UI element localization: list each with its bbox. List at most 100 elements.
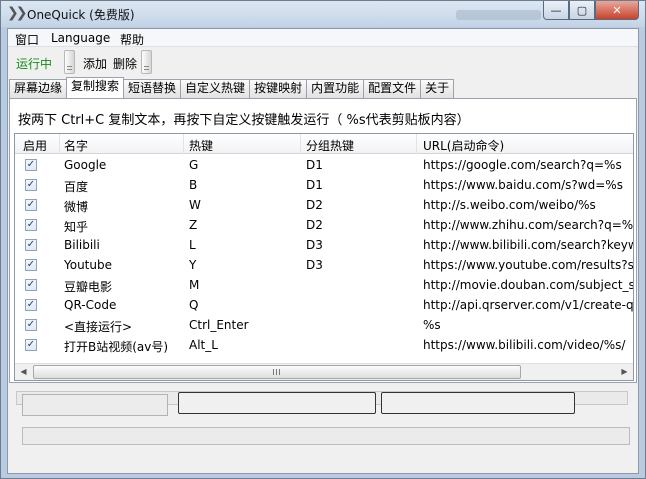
tab-phrase-replace[interactable]: 短语替换: [123, 79, 182, 98]
table-header: 启用 名字 热键 分组热键 URL(启动命令): [15, 134, 633, 154]
cell-name: 打开B站视频(av号): [64, 340, 169, 354]
delete-button[interactable]: 删除: [113, 55, 137, 72]
close-button[interactable]: ✕: [595, 1, 639, 20]
table-row[interactable]: ✓ 豆瓣电影 Mhttp://movie.douban.com/subject_se…: [15, 275, 633, 295]
cell-name: 豆瓣电影: [64, 280, 113, 294]
cell-name: 微博: [64, 200, 89, 214]
status-bar: [22, 427, 630, 445]
cell-hotkey: Alt_L: [189, 338, 218, 352]
cell-name: QR-Code: [64, 298, 117, 312]
column-header-enabled[interactable]: 启用: [23, 137, 47, 154]
cell-group-hotkey: D1: [306, 178, 323, 192]
window-title: OneQuick (免费版): [27, 8, 135, 22]
window-controls: — ▢ ✕: [543, 1, 639, 20]
cell-url: https://www.youtube.com/results?searc: [423, 258, 634, 272]
minimize-icon: —: [550, 3, 562, 17]
cell-name: <直接运行>: [64, 320, 133, 334]
column-divider[interactable]: [183, 134, 184, 154]
column-header-hotkey[interactable]: 热键: [189, 137, 213, 154]
enabled-checkbox[interactable]: ✓: [25, 299, 37, 311]
running-status-button[interactable]: 运行中: [16, 55, 52, 72]
column-header-name[interactable]: 名字: [64, 137, 88, 154]
cell-url: https://www.baidu.com/s?wd=%s: [423, 178, 623, 192]
grip-icon: [273, 369, 282, 375]
cell-url: http://www.zhihu.com/search?q=%s: [423, 218, 634, 232]
scrollbar-thumb[interactable]: [33, 365, 521, 379]
scroll-right-arrow-icon[interactable]: ▶: [616, 364, 633, 380]
enabled-checkbox[interactable]: ✓: [25, 239, 37, 251]
table-row[interactable]: ✓ <直接运行> Ctrl_Enter %s: [15, 315, 633, 335]
enabled-checkbox[interactable]: ✓: [25, 339, 37, 351]
tab-about[interactable]: 关于: [420, 79, 455, 98]
table-row[interactable]: ✓ 微博 W D2 http://s.weibo.com/weibo/%s: [15, 195, 633, 215]
menu-help[interactable]: 帮助: [120, 31, 144, 48]
tab-config-file[interactable]: 配置文件: [363, 79, 422, 98]
tab-key-mapping[interactable]: 按键映射: [249, 79, 308, 98]
cell-hotkey: Z: [189, 218, 198, 232]
cell-hotkey: M: [189, 278, 200, 292]
enabled-checkbox[interactable]: ✓: [25, 159, 37, 171]
cell-url: https://www.bilibili.com/video/%s/: [423, 338, 626, 352]
enabled-checkbox[interactable]: ✓: [25, 279, 37, 291]
minimize-button[interactable]: —: [543, 1, 569, 20]
action-button-1[interactable]: [178, 392, 376, 414]
enabled-checkbox[interactable]: ✓: [25, 219, 37, 231]
cell-url: %s: [423, 318, 441, 332]
menu-language[interactable]: Language: [51, 31, 110, 45]
tab-copy-search[interactable]: 复制搜索: [66, 77, 125, 98]
tab-strip: 屏幕边缘 复制搜索 短语替换 自定义热键 按键映射 内置功能 配置文件 关于: [9, 77, 455, 98]
tab-screen-edge[interactable]: 屏幕边缘: [9, 79, 68, 98]
cell-name: Bilibili: [64, 238, 100, 252]
add-button[interactable]: 添加: [83, 55, 107, 72]
enabled-checkbox[interactable]: ✓: [25, 319, 37, 331]
cell-group-hotkey: D3: [306, 258, 323, 272]
column-divider[interactable]: [300, 134, 301, 154]
search-engine-table: 启用 名字 热键 分组热键 URL(启动命令) ✓ Google G D1 https:…: [14, 133, 634, 381]
table-row[interactable]: ✓ Youtube Y D3 https://www.youtube.com/resul…: [15, 255, 633, 275]
cell-name: Google: [64, 158, 107, 172]
column-divider[interactable]: [416, 134, 417, 154]
table-row[interactable]: ✓ 打开B站视频(av号) Alt_L https://www.bilibili.co…: [15, 335, 633, 355]
cell-name: 百度: [64, 180, 89, 194]
horizontal-scrollbar[interactable]: ◀ ▶: [15, 363, 633, 380]
table-row[interactable]: ✓ 百度 B D1 https://www.baidu.com/s?wd=%s: [15, 175, 633, 195]
toolbar-separator-grip: [64, 50, 75, 74]
toolbar-separator-grip: [141, 50, 152, 74]
close-icon: ✕: [612, 3, 622, 17]
column-header-url[interactable]: URL(启动命令): [423, 137, 504, 154]
tab-builtin-functions[interactable]: 内置功能: [306, 79, 365, 98]
cell-hotkey: Q: [189, 298, 199, 312]
table-row[interactable]: ✓ Google G D1 https://google.com/search?q=%s: [15, 155, 633, 175]
cell-name: 知乎: [64, 220, 89, 234]
blurred-background-text: [456, 10, 541, 20]
enabled-checkbox[interactable]: ✓: [25, 199, 37, 211]
description-text: 按两下 Ctrl+C 复制文本，再按下自定义按键触发运行（ %s代表剪贴板内容）: [18, 113, 470, 128]
cell-group-hotkey: D3: [306, 238, 323, 252]
cell-url: http://api.qrserver.com/v1/create-qr-co: [423, 298, 634, 312]
maximize-icon: ▢: [576, 3, 588, 17]
cell-url: http://s.weibo.com/weibo/%s: [423, 198, 596, 212]
column-header-group-hotkey[interactable]: 分组热键: [306, 137, 354, 154]
cell-name: Youtube: [64, 258, 112, 272]
cell-url: http://www.bilibili.com/search?keyword: [423, 238, 634, 252]
copy-search-panel: 按两下 Ctrl+C 复制文本，再按下自定义按键触发运行（ %s代表剪贴板内容）…: [9, 98, 637, 383]
action-button-2[interactable]: [381, 392, 575, 414]
maximize-button[interactable]: ▢: [569, 1, 595, 20]
tab-custom-hotkeys[interactable]: 自定义热键: [180, 79, 251, 98]
table-row[interactable]: ✓ QR-Code Qhttp://api.qrserver.com/v1/crea…: [15, 295, 633, 315]
scroll-left-arrow-icon[interactable]: ◀: [15, 364, 32, 380]
client-area: 窗口 Language 帮助 运行中 添加 删除 屏幕边缘 复制搜索 短语替换 …: [7, 28, 639, 474]
toolbar: 运行中 添加 删除: [8, 48, 638, 76]
enabled-checkbox[interactable]: ✓: [25, 259, 37, 271]
cell-hotkey: G: [189, 158, 199, 172]
empty-text-field[interactable]: [22, 394, 168, 416]
table-row[interactable]: ✓ Bilibili L D3 http://www.bilibili.com/sear…: [15, 235, 633, 255]
table-row[interactable]: ✓ 知乎 Z D2 http://www.zhihu.com/search?q=%s: [15, 215, 633, 235]
cell-hotkey: W: [189, 198, 201, 212]
menu-window[interactable]: 窗口: [15, 31, 39, 48]
column-divider[interactable]: [59, 134, 60, 154]
cell-hotkey: B: [189, 178, 198, 192]
title-bar[interactable]: ❯❯ OneQuick (免费版) — ▢ ✕: [1, 1, 645, 27]
cell-hotkey: Ctrl_Enter: [189, 318, 249, 332]
enabled-checkbox[interactable]: ✓: [25, 179, 37, 191]
